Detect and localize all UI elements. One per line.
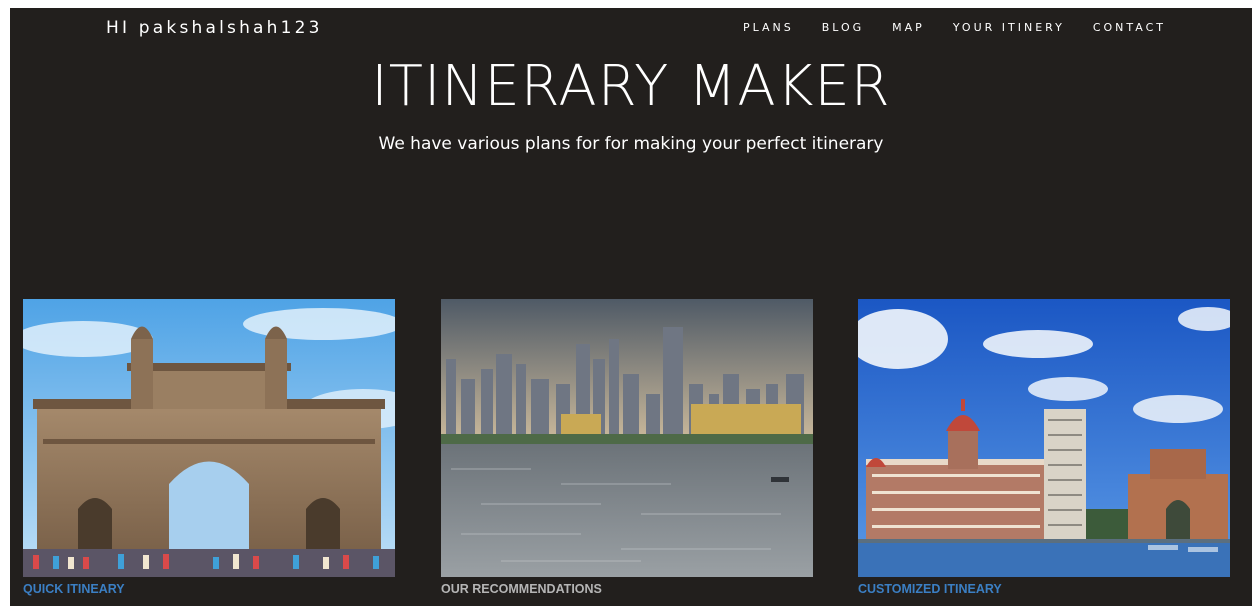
nav-plans[interactable]: PLANS (743, 21, 794, 34)
quick-itineary-link[interactable]: QUICK ITINEARY (23, 582, 395, 596)
nav-blog[interactable]: BLOG (822, 21, 864, 34)
card-customized-itineary[interactable]: CUSTOMIZED ITINEARY (858, 299, 1230, 596)
hero-subtitle: We have various plans for for making you… (378, 134, 884, 154)
nav-map[interactable]: MAP (892, 21, 925, 34)
city-skyline-image[interactable] (441, 299, 813, 577)
top-nav: PLANS BLOG MAP YOUR ITINERY CONTACT (715, 21, 1166, 34)
hero-title: ITINERARY MAKER (371, 54, 891, 119)
page-container: HI pakshalshah123 PLANS BLOG MAP YOUR IT… (10, 8, 1252, 606)
customized-itineary-link[interactable]: CUSTOMIZED ITINEARY (858, 582, 1230, 596)
card-quick-itineary[interactable]: QUICK ITINEARY (23, 299, 395, 596)
nav-your-itinery[interactable]: YOUR ITINERY (953, 21, 1065, 34)
card-our-recommendations[interactable]: OUR RECOMMENDATIONS (441, 299, 813, 596)
nav-contact[interactable]: CONTACT (1093, 21, 1166, 34)
gateway-of-india-image[interactable] (23, 299, 395, 577)
our-recommendations-link[interactable]: OUR RECOMMENDATIONS (441, 582, 813, 596)
taj-hotel-image[interactable] (858, 299, 1230, 577)
user-greeting: HI pakshalshah123 (106, 18, 323, 38)
